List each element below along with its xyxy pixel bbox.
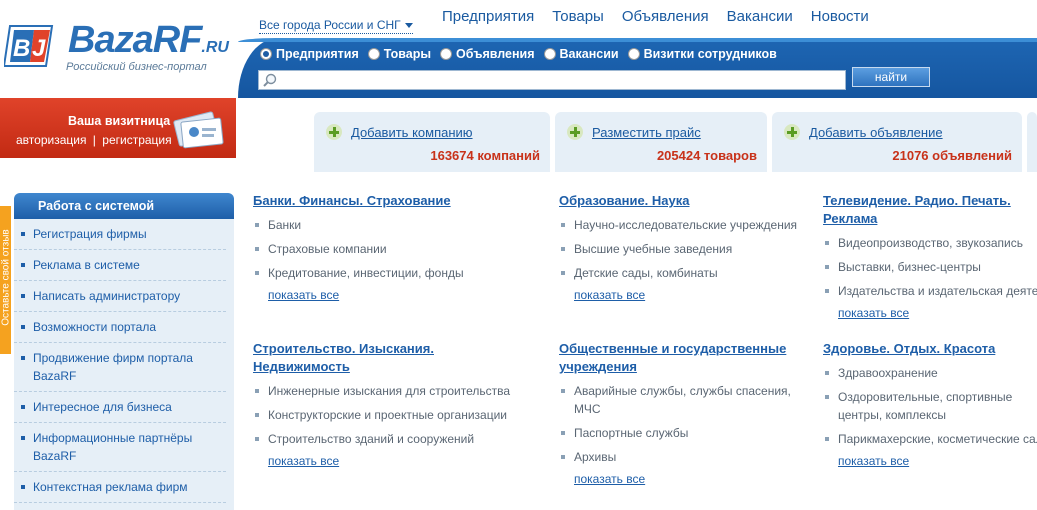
category-title[interactable]: Телевидение. Радио. Печать. Реклама (823, 192, 1033, 228)
nav-ads[interactable]: Объявления (622, 8, 709, 25)
list-item[interactable]: Видеопроизводство, звукозапись (823, 234, 1037, 252)
list-item[interactable]: Страховые компании (253, 240, 513, 258)
list-item[interactable]: Инженерные изыскания для строительства (253, 382, 523, 400)
category-title[interactable]: Строительство. Изыскания. Недвижимость (253, 340, 463, 376)
search-input[interactable] (258, 70, 846, 90)
sidebar-item-promotion[interactable]: Продвижение фирм портала BazaRF (14, 343, 226, 392)
nav-news[interactable]: Новости (811, 8, 869, 25)
add-company-link[interactable]: Добавить компанию (351, 125, 473, 140)
list-item[interactable]: Архивы (559, 448, 809, 466)
category-title[interactable]: Здоровье. Отдых. Красота (823, 340, 1037, 358)
category-media: Телевидение. Радио. Печать. Реклама Виде… (823, 192, 1037, 320)
logo-tagline: Российский бизнес-портал (66, 61, 207, 73)
list-item[interactable]: Аварийные службы, службы спасения, МЧС (559, 382, 794, 418)
companies-count: 163674 компаний (430, 148, 540, 163)
sidebar-item-register-firm[interactable]: Регистрация фирмы (14, 219, 226, 250)
list-item[interactable]: Паспортные службы (559, 424, 809, 442)
chevron-down-icon (404, 23, 413, 28)
plus-icon (567, 124, 583, 140)
radio-ads[interactable]: Объявления (440, 47, 535, 61)
list-item[interactable]: Высшие учебные заведения (559, 240, 819, 258)
show-all-link[interactable]: показать все (253, 288, 513, 302)
search-icon (263, 73, 277, 87)
nav-vacancies[interactable]: Вакансии (727, 8, 793, 25)
list-item[interactable]: Научно-исследовательские учреждения (559, 216, 819, 234)
list-item[interactable]: Оздоровительные, спортивные центры, комп… (823, 388, 1037, 424)
category-construction: Строительство. Изыскания. Недвижимость И… (253, 340, 523, 468)
category-title[interactable]: Образование. Наука (559, 192, 819, 210)
radio-dot-icon (367, 48, 380, 60)
list-item[interactable]: Выставки, бизнес-центры (823, 258, 1037, 276)
show-all-link[interactable]: показать все (823, 454, 1037, 468)
search-button[interactable]: найти (852, 67, 930, 87)
plus-icon (784, 124, 800, 140)
ads-count: 21076 объявлений (892, 148, 1012, 163)
link-separator: | (92, 133, 96, 147)
bazarf-logo-icon: B J (4, 25, 54, 67)
top-nav: Предприятия Товары Объявления Вакансии Н… (442, 8, 887, 25)
list-item[interactable]: Строительство зданий и сооружений (253, 430, 523, 448)
stat-partial (1027, 112, 1037, 172)
sidebar-item-context-ads[interactable]: Контекстная реклама фирм (14, 472, 226, 503)
list-item[interactable]: Парикмахерские, косметические салоны (823, 430, 1037, 448)
feedback-tab[interactable]: Оставьте свой отзыв (0, 206, 12, 354)
category-public: Общественные и государственные учреждени… (559, 340, 809, 486)
register-link[interactable]: регистрация (102, 133, 171, 147)
vcard-links: авторизация | регистрация (16, 133, 172, 147)
city-select[interactable]: Все города России и СНГ (259, 18, 413, 34)
sidebar-item-write-admin[interactable]: Написать администратору (14, 281, 226, 312)
sidebar-menu: Регистрация фирмы Реклама в системе Напи… (14, 219, 234, 510)
list-item[interactable]: Конструкторские и проектные организации (253, 406, 523, 424)
show-all-link[interactable]: показать все (559, 288, 819, 302)
vcard-title: Ваша визитница (68, 114, 171, 128)
category-finance: Банки. Финансы. Страхование Банки Страхо… (253, 192, 513, 302)
stat-goods: Разместить прайс 205424 товаров (555, 112, 767, 172)
list-item[interactable]: Кредитование, инвестиции, фонды (253, 264, 513, 282)
nav-enterprises[interactable]: Предприятия (442, 8, 534, 25)
list-item[interactable]: Здравоохранение (823, 364, 1037, 382)
nav-goods[interactable]: Товары (552, 8, 604, 25)
add-price-link[interactable]: Разместить прайс (592, 125, 701, 140)
category-title[interactable]: Банки. Финансы. Страхование (253, 192, 513, 210)
stat-ads: Добавить объявление 21076 объявлений (772, 112, 1022, 172)
sidebar-item-features[interactable]: Возможности портала (14, 312, 226, 343)
plus-icon (326, 124, 342, 140)
list-item[interactable]: Банки (253, 216, 513, 234)
radio-dot-icon (627, 48, 640, 60)
sidebar-item-partners[interactable]: Информационные партнёры BazaRF (14, 423, 226, 472)
sidebar-item-business-interest[interactable]: Интересное для бизнеса (14, 392, 226, 423)
list-item[interactable]: Детские сады, комбинаты (559, 264, 819, 282)
search-bar: Предприятия Товары Объявления Вакансии В… (238, 38, 1037, 98)
goods-count: 205424 товаров (656, 148, 757, 163)
category-education: Образование. Наука Научно-исследовательс… (559, 192, 819, 302)
vcard-panel: Ваша визитница авторизация | регистрация (0, 98, 236, 158)
show-all-link[interactable]: показать все (559, 472, 809, 486)
radio-dot-icon (260, 48, 272, 60)
list-item[interactable]: Издательства и издательская деятельность (823, 282, 1037, 300)
radio-employee-cards[interactable]: Визитки сотрудников (627, 47, 777, 61)
business-card-icon (173, 111, 224, 149)
show-all-link[interactable]: показать все (253, 454, 523, 468)
svg-text:B: B (13, 35, 30, 62)
sidebar-title: Работа с системой (14, 193, 234, 219)
radio-dot-icon (440, 48, 453, 60)
sidebar-item-advertising[interactable]: Реклама в системе (14, 250, 226, 281)
search-type-options: Предприятия Товары Объявления Вакансии В… (260, 47, 786, 61)
radio-vacancies[interactable]: Вакансии (543, 47, 619, 61)
radio-goods[interactable]: Товары (367, 47, 431, 61)
radio-dot-icon (543, 48, 556, 60)
add-ad-link[interactable]: Добавить объявление (809, 125, 943, 140)
show-all-link[interactable]: показать все (823, 306, 1037, 320)
login-link[interactable]: авторизация (16, 133, 86, 147)
stat-companies: Добавить компанию 163674 компаний (314, 112, 550, 172)
site-logo[interactable]: B J BazaRF.RU Российский бизнес-портал (4, 18, 234, 80)
category-health: Здоровье. Отдых. Красота Здравоохранение… (823, 340, 1037, 468)
category-title[interactable]: Общественные и государственные учреждени… (559, 340, 809, 376)
svg-text:J: J (32, 35, 46, 62)
radio-enterprises[interactable]: Предприятия (260, 47, 359, 61)
